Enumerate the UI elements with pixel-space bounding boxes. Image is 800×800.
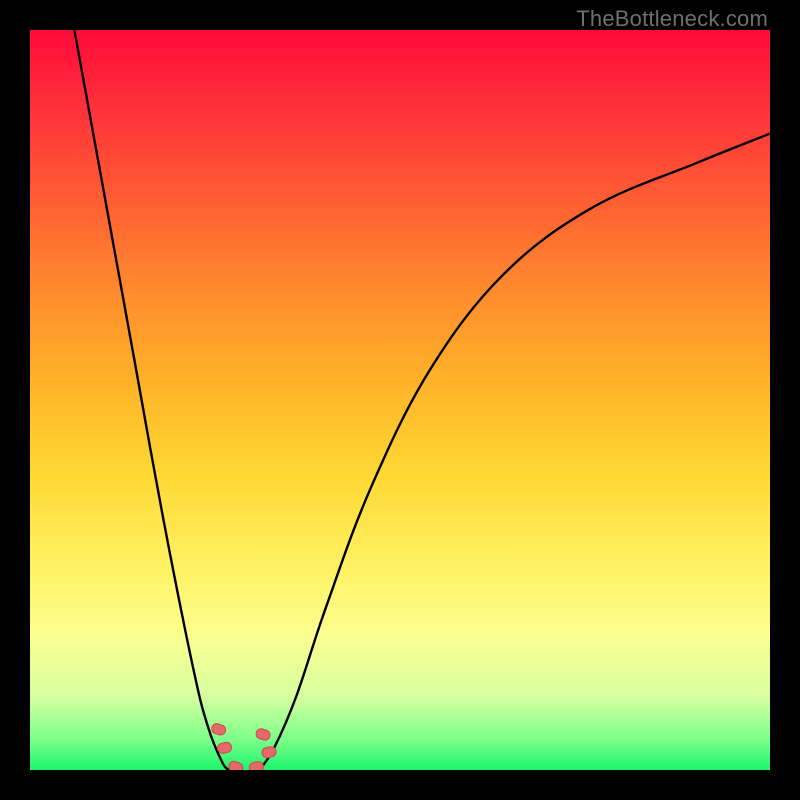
trough-marker <box>261 746 277 759</box>
trough-marker <box>255 728 271 742</box>
trough-marker <box>249 761 265 770</box>
trough-marker <box>217 741 233 754</box>
curve-layer <box>30 30 770 770</box>
trough-markers <box>210 722 276 770</box>
curve-left-branch <box>74 30 229 770</box>
watermark-text: TheBottleneck.com <box>576 6 768 32</box>
curve-right-branch <box>259 134 770 770</box>
trough-marker <box>228 760 244 770</box>
trough-marker <box>210 722 226 736</box>
chart-frame: TheBottleneck.com <box>0 0 800 800</box>
plot-area <box>30 30 770 770</box>
